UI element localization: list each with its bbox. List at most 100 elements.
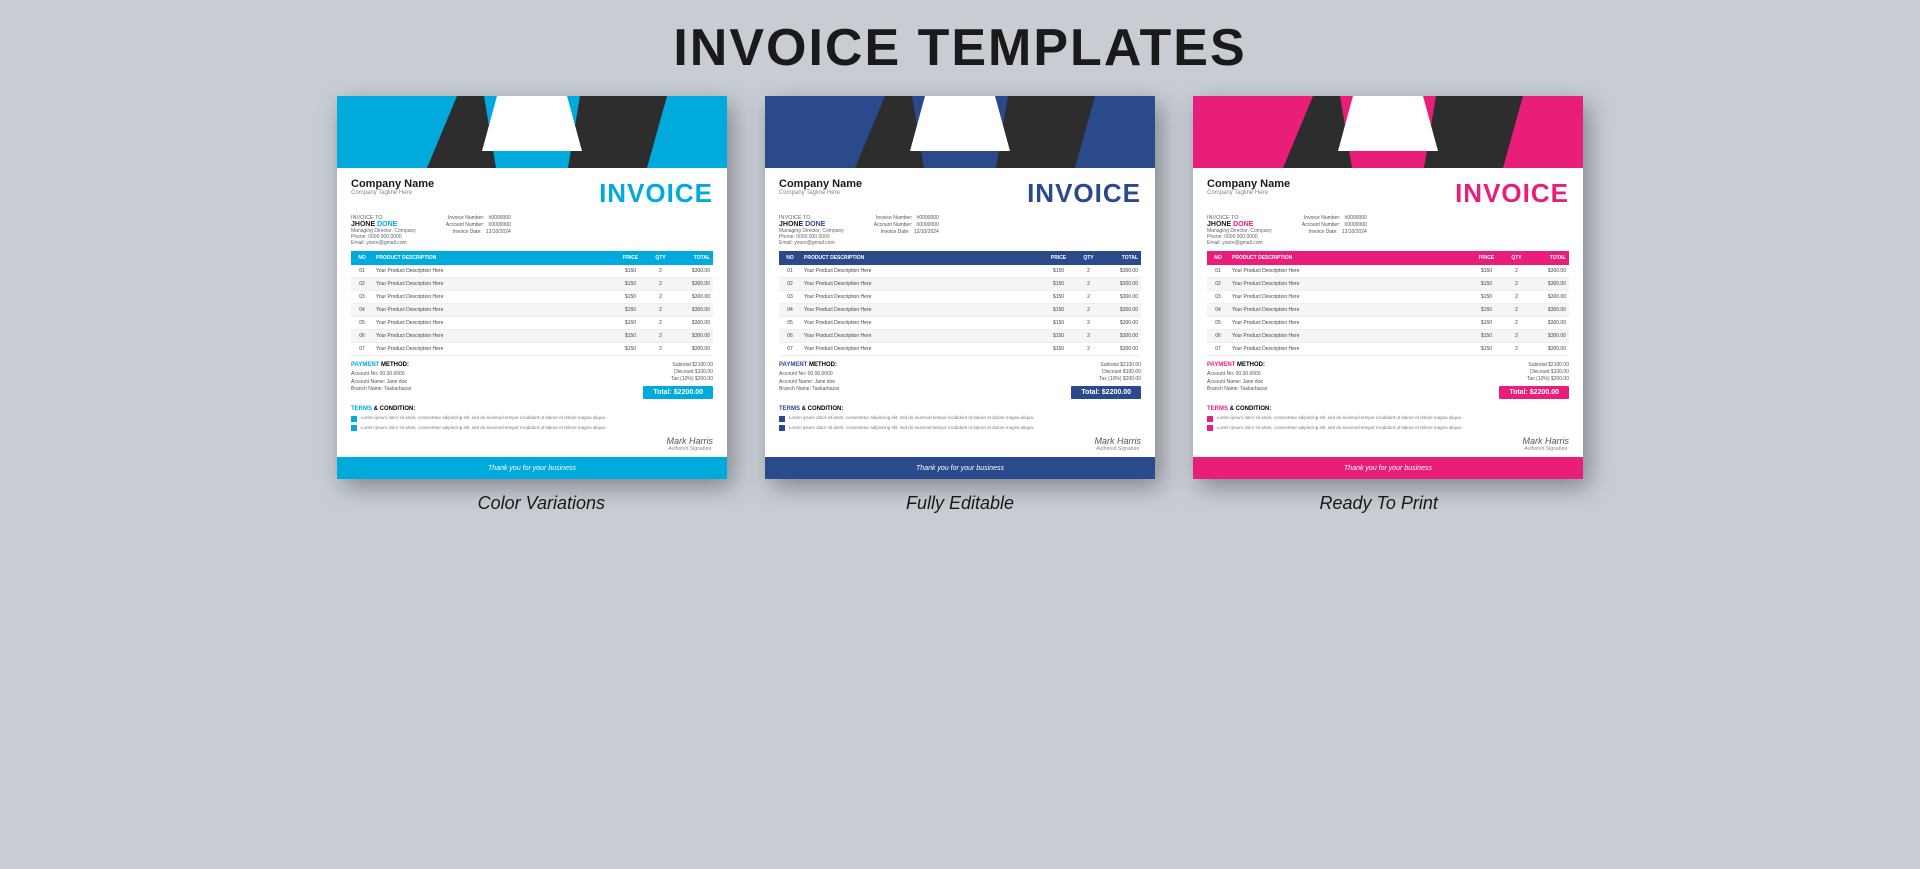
header-accent-left (1193, 96, 1313, 168)
table-cell-4-0: 05 (779, 317, 801, 330)
tax: Tax (10%) $200.00 (1459, 376, 1569, 382)
bottom-label-blue: Color Variations (351, 493, 732, 514)
payment-details: Account No: 00.00.0000 Account Name: Jan… (351, 371, 412, 394)
table-cell-4-3: 2 (1076, 317, 1101, 330)
branch-name: Branch Name: Taskarbazar (1207, 386, 1268, 394)
table-cell-3-4: $300.00 (1101, 304, 1141, 317)
table-cell-4-4: $300.00 (1101, 317, 1141, 330)
table-cell-5-4: $300.00 (673, 330, 713, 343)
total-box: Total: $2200.00 (1499, 386, 1569, 399)
total-box-wrapper: Total: $2200.00 (1031, 383, 1141, 399)
header-accent-right (1503, 96, 1583, 168)
card-footer: Thank you for your business (1193, 457, 1583, 479)
table-header-1: PRODUCT DESCRIPTION (1229, 251, 1469, 265)
table-row: 03Your Product Description Here$1502$300… (1207, 291, 1569, 304)
client-name-accent: DONE (805, 221, 825, 228)
table-cell-4-4: $300.00 (673, 317, 713, 330)
terms-section: TERMS & CONDITION: Lorem ipsum dolor sit… (779, 406, 1141, 431)
table-row: 04Your Product Description Here$1502$300… (1207, 304, 1569, 317)
table-cell-6-1: Your Product Description Here (373, 343, 613, 356)
table-cell-1-1: Your Product Description Here (373, 278, 613, 291)
signature-line: Mark Harris (1523, 436, 1570, 446)
table-cell-2-2: $150 (1041, 291, 1076, 304)
terms-item-1: Lorem ipsum dolor sit amet, consectetur … (1207, 425, 1569, 432)
payment-title-text: PAYMENT (779, 362, 807, 368)
table-cell-1-2: $150 (1041, 278, 1076, 291)
terms-item-1: Lorem ipsum dolor sit amet, consectetur … (351, 425, 713, 432)
total-box-wrapper: Total: $2200.00 (1459, 383, 1569, 399)
table-cell-3-0: 04 (351, 304, 373, 317)
table-cell-1-0: 02 (779, 278, 801, 291)
table-row: 04Your Product Description Here$1502$300… (779, 304, 1141, 317)
table-header-3: QTY (1504, 251, 1529, 265)
table-cell-0-1: Your Product Description Here (1229, 265, 1469, 278)
footer-text: Thank you for your business (916, 465, 1004, 472)
signature-label: Authored Signature (1523, 446, 1570, 452)
table-cell-4-4: $300.00 (1529, 317, 1569, 330)
table-cell-6-1: Your Product Description Here (1229, 343, 1469, 356)
bottom-label-navy: Fully Editable (770, 493, 1151, 514)
table-cell-3-1: Your Product Description Here (1229, 304, 1469, 317)
table-row: 05Your Product Description Here$1502$300… (779, 317, 1141, 330)
company-tagline: Company Tagline Here (1207, 190, 1290, 196)
payment-left: PAYMENT METHOD: Account No: 00.00.0000 A… (351, 362, 412, 394)
total-box: Total: $2200.00 (643, 386, 713, 399)
table-header-row: NOPRODUCT DESCRIPTIONPRICEQTYTOTAL (351, 251, 713, 265)
signature-block: Mark Harris Authored Signature (1095, 436, 1142, 452)
invoice-date-label: Invoice Date: 12/10/2024 (446, 229, 511, 235)
card-body: Company Name Company Tagline Here INVOIC… (765, 168, 1155, 452)
table-row: 07Your Product Description Here$1502$300… (351, 343, 713, 356)
terms-text-0: Lorem ipsum dolor sit amet, consectetur … (1217, 415, 1462, 421)
table-row: 07Your Product Description Here$1502$300… (779, 343, 1141, 356)
table-cell-5-2: $150 (1041, 330, 1076, 343)
table-cell-2-4: $300.00 (1101, 291, 1141, 304)
table-cell-1-0: 02 (1207, 278, 1229, 291)
header-accent-right (647, 96, 727, 168)
table-header-1: PRODUCT DESCRIPTION (801, 251, 1041, 265)
table-row: 06Your Product Description Here$1502$300… (1207, 330, 1569, 343)
table-cell-0-3: 2 (1504, 265, 1529, 278)
table-row: 05Your Product Description Here$1502$300… (1207, 317, 1569, 330)
payment-title: PAYMENT METHOD: (1207, 362, 1268, 368)
footer-text: Thank you for your business (1344, 465, 1432, 472)
discount: Discount $100.00 (1459, 369, 1569, 375)
table-row: 02Your Product Description Here$1502$300… (351, 278, 713, 291)
table-cell-6-3: 2 (1504, 343, 1529, 356)
company-tagline: Company Tagline Here (779, 190, 862, 196)
table-cell-3-2: $150 (1469, 304, 1504, 317)
company-name: Company Name (1207, 178, 1290, 190)
table-row: 07Your Product Description Here$1502$300… (1207, 343, 1569, 356)
branch-name: Branch Name: Taskarbazar (351, 386, 412, 394)
signature-block: Mark Harris Authored Signature (667, 436, 714, 452)
terms-checkbox-0 (351, 416, 357, 422)
table-cell-0-0: 01 (351, 265, 373, 278)
table-cell-4-2: $150 (1041, 317, 1076, 330)
payment-title-text: PAYMENT (1207, 362, 1235, 368)
invoice-top: Company Name Company Tagline Here INVOIC… (351, 178, 713, 209)
terms-title: TERMS & CONDITION: (1207, 406, 1569, 412)
account-number-label: Account Number: 00000000 (1302, 222, 1367, 228)
terms-text-1: Lorem ipsum dolor sit amet, consectetur … (361, 425, 606, 431)
signature-row: Mark Harris Authored Signature (1207, 436, 1569, 452)
table-cell-1-2: $150 (1469, 278, 1504, 291)
total-box: Total: $2200.00 (1071, 386, 1141, 399)
table-cell-4-0: 05 (351, 317, 373, 330)
terms-text-0: Lorem ipsum dolor sit amet, consectetur … (361, 415, 606, 421)
table-cell-2-1: Your Product Description Here (801, 291, 1041, 304)
table-header-0: NO (779, 251, 801, 265)
company-block: Company Name Company Tagline Here (351, 178, 434, 196)
table-header-0: NO (351, 251, 373, 265)
header-notch (482, 96, 582, 151)
invoice-table: NOPRODUCT DESCRIPTIONPRICEQTYTOTAL 01You… (351, 251, 713, 356)
table-cell-5-3: 2 (648, 330, 673, 343)
company-block: Company Name Company Tagline Here (779, 178, 862, 196)
terms-title-text: TERMS (1207, 406, 1228, 412)
table-cell-6-4: $300.00 (673, 343, 713, 356)
table-cell-6-0: 07 (779, 343, 801, 356)
table-row: 02Your Product Description Here$1502$300… (1207, 278, 1569, 291)
invoice-details-right: Invoice Number: #0000000 Account Number:… (1302, 215, 1367, 246)
table-cell-0-4: $300.00 (1101, 265, 1141, 278)
table-cell-5-4: $300.00 (1529, 330, 1569, 343)
payment-details: Account No: 00.00.0000 Account Name: Jan… (779, 371, 840, 394)
table-cell-3-4: $300.00 (1529, 304, 1569, 317)
